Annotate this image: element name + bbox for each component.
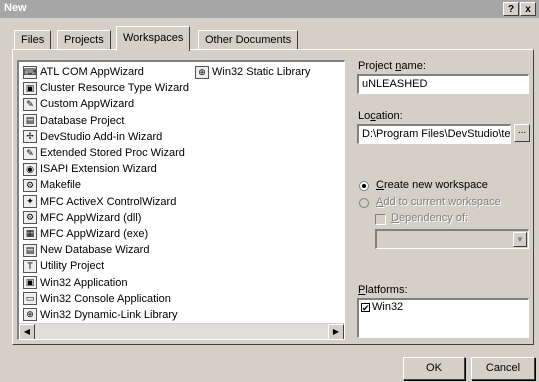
list-item-label: Win32 Dynamic-Link Library <box>40 308 178 321</box>
window-title: New <box>4 2 27 14</box>
win32-app-icon: ▣ <box>23 276 37 290</box>
list-item-label: ISAPI Extension Wizard <box>40 163 157 176</box>
chevron-down-icon[interactable]: ▼ <box>513 232 527 247</box>
tab-files[interactable]: Files <box>14 30 52 50</box>
project-type-column-1: ⌨ ATL COM AppWizard ▣ Cluster Resource Type… <box>23 64 189 323</box>
help-button[interactable]: ? <box>503 2 519 16</box>
list-item[interactable]: ⊕ Win32 Static Library <box>195 64 310 80</box>
add-to-workspace-label[interactable]: Add to current workspace <box>376 196 501 208</box>
new-dialog: New ? x Files Projects Workspaces Other … <box>0 0 539 382</box>
isapi-icon: ◉ <box>23 162 37 176</box>
list-item[interactable]: ✎ Extended Stored Proc Wizard <box>23 145 189 161</box>
console-icon: ▭ <box>23 292 37 306</box>
list-item[interactable]: ▭ Win32 Console Application <box>23 291 189 307</box>
list-item[interactable]: ◉ ISAPI Extension Wizard <box>23 161 189 177</box>
horizontal-scrollbar[interactable]: ◀ ▶ <box>19 323 344 339</box>
database-icon: ▤ <box>23 114 37 128</box>
new-database-icon: ▤ <box>23 243 37 257</box>
list-item-label: New Database Wizard <box>40 244 150 257</box>
list-item-label: Win32 Application <box>40 276 128 289</box>
static-library-icon: ⊕ <box>195 65 209 79</box>
dependency-dropdown[interactable]: ▼ <box>375 229 529 249</box>
list-item-label: Utility Project <box>40 260 105 273</box>
project-type-column-2: ⊕ Win32 Static Library <box>195 64 310 80</box>
list-item-label: Extended Stored Proc Wizard <box>40 147 185 160</box>
platform-item[interactable]: ✔ Win32 <box>361 301 526 313</box>
activex-icon: ✦ <box>23 195 37 209</box>
mfc-exe-icon: ▦ <box>23 227 37 241</box>
stored-proc-icon: ✎ <box>23 146 37 160</box>
list-item-label: MFC AppWizard (dll) <box>40 211 142 224</box>
add-to-workspace-radio[interactable] <box>359 198 369 208</box>
list-item[interactable]: ⌨ ATL COM AppWizard <box>23 64 189 80</box>
makefile-icon: ⚙ <box>23 178 37 192</box>
utility-icon: T <box>23 259 37 273</box>
list-item[interactable]: ⚙ Makefile <box>23 177 189 193</box>
list-item-label: ATL COM AppWizard <box>40 66 144 79</box>
tab-other-documents[interactable]: Other Documents <box>198 30 299 50</box>
browse-button[interactable]: ... <box>514 124 530 142</box>
location-input[interactable]: D:\Program Files\DevStudio\tes <box>357 124 511 144</box>
tab-workspaces[interactable]: Workspaces <box>116 26 191 51</box>
atl-icon: ⌨ <box>23 65 37 79</box>
list-item-label: Custom AppWizard <box>40 98 135 111</box>
list-item-label: Makefile <box>40 179 81 192</box>
create-new-workspace-radio[interactable] <box>359 181 369 191</box>
mfc-dll-icon: ⚙ <box>23 211 37 225</box>
custom-wizard-icon: ✎ <box>23 97 37 111</box>
list-item-label: DevStudio Add-in Wizard <box>40 130 163 143</box>
list-item[interactable]: ✎ Custom AppWizard <box>23 96 189 112</box>
list-item[interactable]: ✢ DevStudio Add-in Wizard <box>23 129 189 145</box>
title-bar: New ? x <box>0 0 539 18</box>
tab-projects[interactable]: Projects <box>57 30 111 50</box>
tab-strip: Files Projects Workspaces Other Document… <box>12 26 532 51</box>
project-name-input[interactable]: uNLEASHED <box>357 74 529 94</box>
checkmark-icon[interactable]: ✔ <box>361 302 370 312</box>
dependency-label: Dependency of: <box>391 212 469 224</box>
list-item[interactable]: ▤ New Database Wizard <box>23 242 189 258</box>
cancel-button[interactable]: Cancel <box>471 357 535 380</box>
scroll-left-icon[interactable]: ◀ <box>19 324 35 339</box>
cluster-icon: ▣ <box>23 81 37 95</box>
list-item-label: Database Project <box>40 114 125 127</box>
list-item[interactable]: ▦ MFC AppWizard (exe) <box>23 226 189 242</box>
scroll-right-icon[interactable]: ▶ <box>328 324 344 339</box>
list-item[interactable]: ▣ Win32 Application <box>23 274 189 290</box>
project-type-list[interactable]: ⌨ ATL COM AppWizard ▣ Cluster Resource Type… <box>17 60 345 340</box>
list-item-label: MFC AppWizard (exe) <box>40 227 149 240</box>
list-item-label: Win32 Console Application <box>40 292 171 305</box>
list-item[interactable]: ⊕ Win32 Dynamic-Link Library <box>23 307 189 323</box>
list-item[interactable]: ⚙ MFC AppWizard (dll) <box>23 210 189 226</box>
close-button[interactable]: x <box>520 2 536 16</box>
addin-icon: ✢ <box>23 130 37 144</box>
list-item-label: Cluster Resource Type Wizard <box>40 82 189 95</box>
dependency-checkbox[interactable] <box>375 214 386 225</box>
platforms-label: Platforms: <box>358 284 408 296</box>
dll-icon: ⊕ <box>23 308 37 322</box>
list-item-label: MFC ActiveX ControlWizard <box>40 195 177 208</box>
platforms-list[interactable]: ✔ Win32 <box>357 298 529 338</box>
list-item[interactable]: ▤ Database Project <box>23 113 189 129</box>
list-item-label: Win32 Static Library <box>212 66 311 79</box>
list-item[interactable]: ▣ Cluster Resource Type Wizard <box>23 80 189 96</box>
project-name-label: Project name: <box>358 60 426 72</box>
ok-button[interactable]: OK <box>403 357 465 380</box>
location-label: Location: <box>358 110 403 122</box>
create-new-workspace-label[interactable]: Create new workspace <box>376 179 488 191</box>
platform-label: Win32 <box>372 301 404 313</box>
list-item[interactable]: ✦ MFC ActiveX ControlWizard <box>23 194 189 210</box>
list-item[interactable]: T Utility Project <box>23 258 189 274</box>
